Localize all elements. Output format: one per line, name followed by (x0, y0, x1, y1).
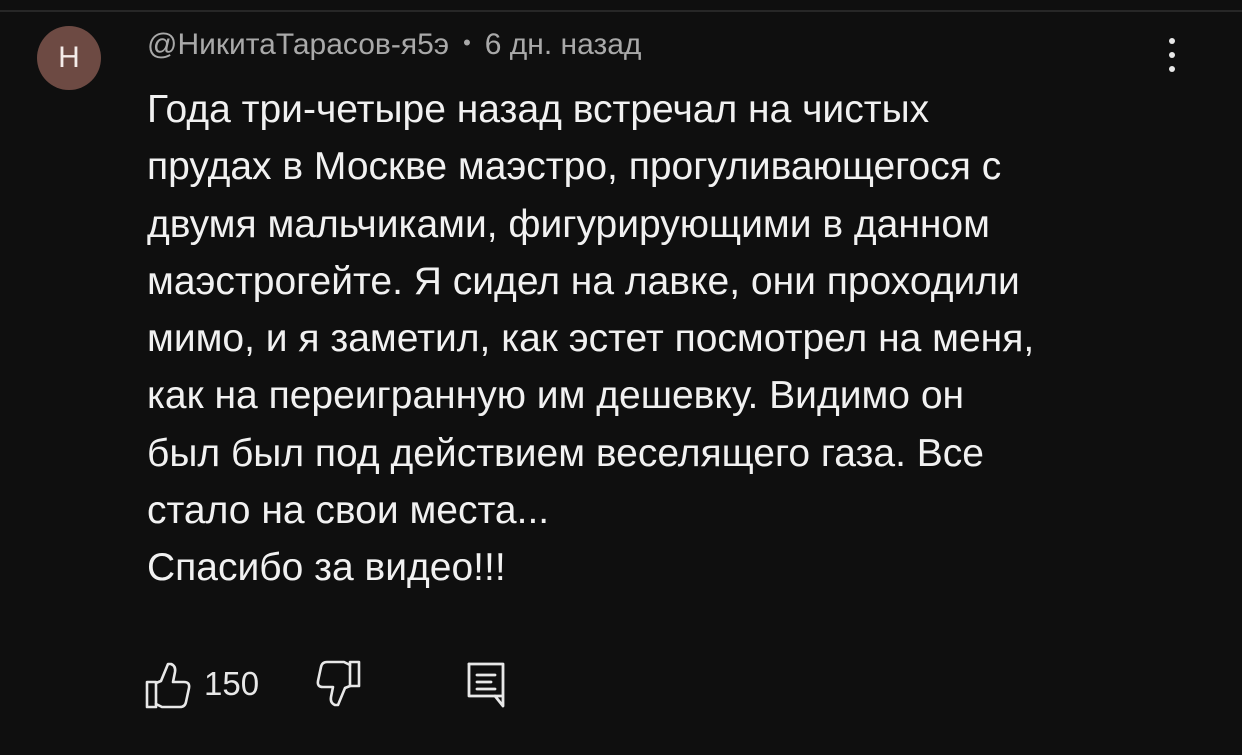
reply-button[interactable] (462, 658, 514, 712)
comment-text-line: Спасибо за видео!!! (147, 546, 506, 590)
thumbs-up-icon (145, 662, 191, 709)
comment-text-line: как на переигранную им дешевку. Видимо о… (147, 374, 965, 418)
like-button[interactable] (144, 658, 196, 712)
meta-separator: • (463, 30, 471, 55)
comment-text-line: маэстрогейте. Я сидел на лавке, они прох… (147, 259, 1020, 303)
avatar[interactable]: Н (37, 26, 101, 90)
top-divider (0, 10, 1242, 12)
comment-timestamp[interactable]: 6 дн. назад (485, 28, 642, 62)
comment-text-line: был был под действием веселящего газа. В… (147, 431, 984, 475)
comment-text-line: двумя мальчиками, фигурирующими в данном (147, 202, 990, 246)
comment-text: Года три-четыре назад встречал на чистых… (147, 81, 1167, 597)
dislike-button[interactable] (312, 658, 364, 712)
thumbs-down-icon (316, 660, 361, 707)
comment-text-line: прудах в Москве маэстро, прогуливающегос… (147, 145, 1002, 189)
author-handle[interactable]: @НикитаТарасов-я5э (147, 28, 449, 62)
comment-header: @НикитаТарасов-я5э • 6 дн. назад (147, 27, 641, 63)
more-vertical-icon[interactable] (1150, 33, 1194, 77)
like-count: 150 (204, 665, 260, 702)
comment-text-line: стало на свои места... (147, 489, 550, 533)
reply-comment-icon (467, 662, 505, 708)
comment-text-line: Года три-четыре назад встречал на чистых (147, 88, 930, 131)
comment-text-line: мимо, и я заметил, как эстет посмотрел н… (147, 317, 1035, 361)
